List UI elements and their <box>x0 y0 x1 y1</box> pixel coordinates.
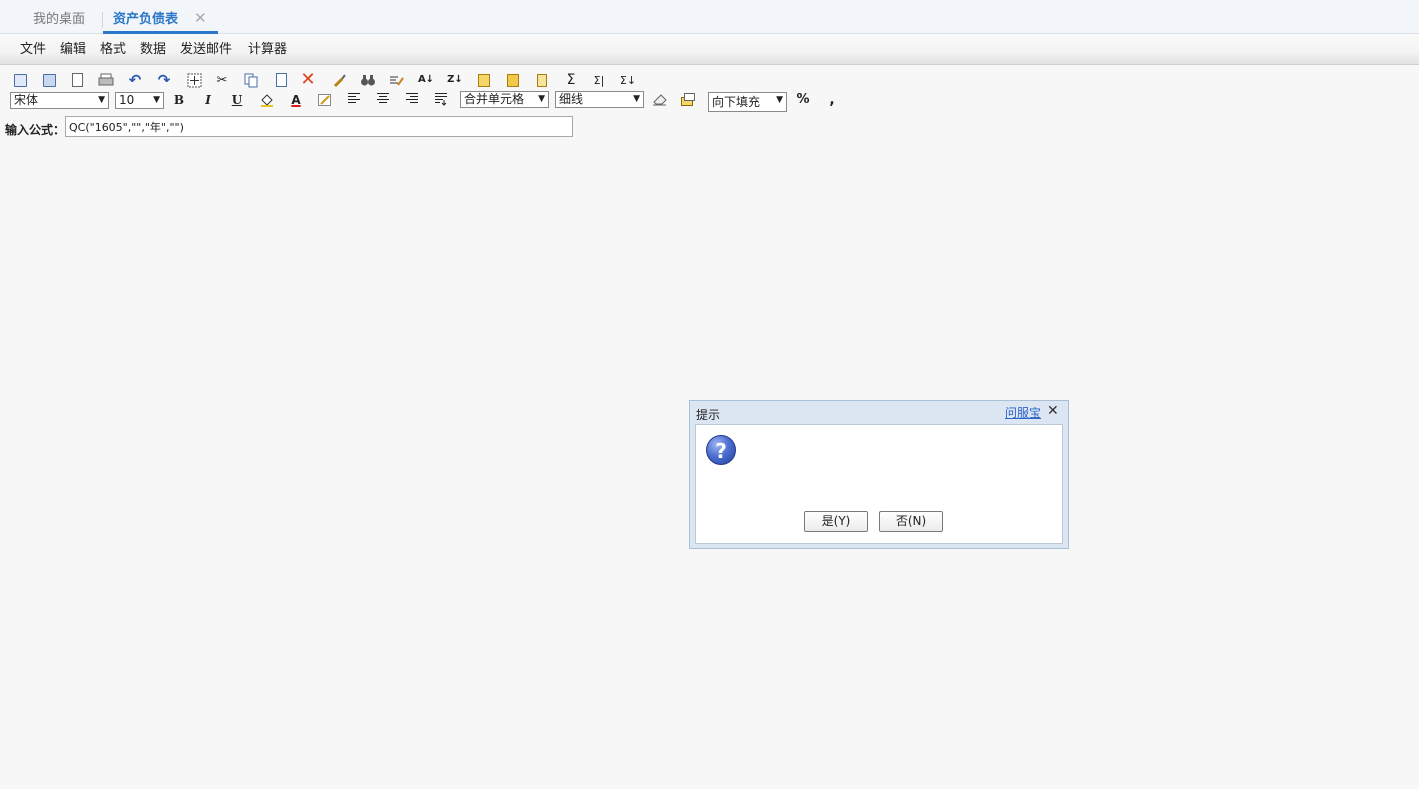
paste-icon[interactable] <box>273 72 289 88</box>
cut-icon[interactable]: ✂ <box>214 72 230 88</box>
redo-icon[interactable]: ↷ <box>156 72 172 88</box>
menu-file[interactable]: 文件 <box>20 41 46 59</box>
undo-icon[interactable]: ↶ <box>127 72 143 88</box>
chevron-down-icon: ▼ <box>776 95 783 105</box>
formula-input[interactable] <box>65 116 573 137</box>
menu-bar: 文件 编辑 格式 数据 发送邮件 计算器 <box>0 35 1419 65</box>
eraser-icon[interactable] <box>651 92 669 108</box>
yes-button[interactable]: 是(Y) <box>804 511 868 532</box>
close-tab-icon[interactable]: ✕ <box>194 9 207 27</box>
underline-button[interactable]: U <box>228 92 246 108</box>
align-right-icon[interactable] <box>403 92 421 108</box>
question-icon: ? <box>706 435 736 465</box>
document-icon[interactable] <box>534 72 550 88</box>
font-color-button[interactable]: A <box>287 92 305 108</box>
wrap-text-icon[interactable] <box>432 92 450 108</box>
bold-button[interactable]: B <box>170 92 188 108</box>
sum-row-icon[interactable]: Σ| <box>591 72 607 88</box>
italic-button[interactable]: I <box>199 92 217 108</box>
save-icon[interactable] <box>12 72 28 88</box>
replace-icon[interactable] <box>389 72 405 88</box>
sum-column-icon[interactable]: Σ↓ <box>620 72 636 88</box>
paste-special-icon[interactable] <box>476 72 492 88</box>
tab-divider <box>102 12 103 28</box>
merge-cells-value: 合并单元格 <box>464 92 525 106</box>
font-size-value: 10 <box>119 93 135 107</box>
paste-values-icon[interactable] <box>505 72 521 88</box>
tab-my-desktop[interactable]: 我的桌面 <box>33 8 85 32</box>
align-left-icon[interactable] <box>345 92 363 108</box>
menu-send-email[interactable]: 发送邮件 <box>180 41 232 59</box>
formula-label: 输入公式： <box>5 123 66 137</box>
save-all-icon[interactable] <box>41 72 57 88</box>
chevron-down-icon: ▼ <box>633 94 640 104</box>
merge-cells-select[interactable]: 合并单元格 ▼ <box>460 91 549 108</box>
menu-data[interactable]: 数据 <box>140 41 166 59</box>
menu-edit[interactable]: 编辑 <box>60 41 86 59</box>
active-tab-indicator <box>103 31 218 34</box>
chevron-down-icon: ▼ <box>98 95 105 105</box>
tab-bar: 我的桌面 资产负债表 ✕ <box>0 0 1419 34</box>
border-pencil-icon[interactable] <box>316 92 334 108</box>
close-icon[interactable]: ✕ <box>1047 403 1059 419</box>
print-preview-icon[interactable] <box>69 72 85 88</box>
dialog-body: ? 是(Y) 否(N) <box>695 424 1063 544</box>
border-style-select[interactable]: 细线 ▼ <box>555 91 644 108</box>
font-name-select[interactable]: 宋体 ▼ <box>10 92 109 109</box>
menu-format[interactable]: 格式 <box>100 41 126 59</box>
copy-icon[interactable] <box>243 72 259 88</box>
sum-icon[interactable]: Σ <box>563 72 579 88</box>
menu-calculator[interactable]: 计算器 <box>248 41 287 59</box>
font-size-select[interactable]: 10 ▼ <box>115 92 164 109</box>
font-name-value: 宋体 <box>14 93 39 107</box>
help-link[interactable]: 问服宝 <box>1005 404 1041 421</box>
sort-ascending-icon[interactable]: A↓ <box>418 72 434 88</box>
sort-descending-icon[interactable]: Z↓ <box>447 72 463 88</box>
clear-format-brush-icon[interactable] <box>331 72 347 88</box>
align-center-icon[interactable] <box>374 92 392 108</box>
fill-down-select[interactable]: 向下填充 ▼ <box>708 92 787 112</box>
fill-color-icon[interactable] <box>258 92 276 108</box>
chevron-down-icon: ▼ <box>153 95 160 105</box>
chevron-down-icon: ▼ <box>538 94 545 104</box>
cell-properties-icon[interactable] <box>679 92 697 108</box>
fill-down-value: 向下填充 <box>712 95 761 109</box>
delete-icon[interactable]: ✕ <box>300 71 316 89</box>
prompt-dialog: 提示 问服宝 ✕ ? 是(Y) 否(N) <box>689 400 1069 549</box>
tab-balance-sheet[interactable]: 资产负债表 <box>113 8 178 32</box>
comma-button[interactable]: , <box>823 92 841 108</box>
dialog-title: 提示 <box>696 408 721 422</box>
percent-button[interactable]: % <box>794 92 812 108</box>
print-icon[interactable] <box>98 72 114 88</box>
border-style-value: 细线 <box>559 92 584 106</box>
select-all-icon[interactable] <box>186 72 202 88</box>
no-button[interactable]: 否(N) <box>879 511 943 532</box>
find-icon[interactable] <box>360 72 376 88</box>
